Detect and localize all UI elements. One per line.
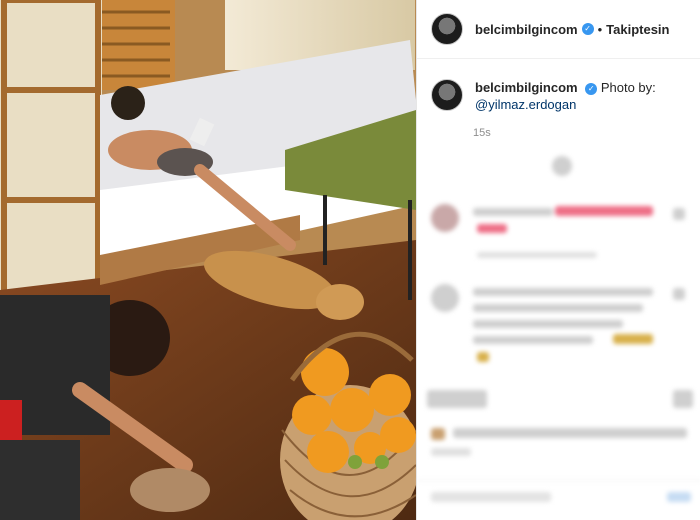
caption-text: Photo by:	[600, 80, 656, 95]
post-header: belcimbilgincom ✓ • Takiptesin	[417, 0, 700, 59]
blurred-comments	[417, 150, 700, 520]
avatar[interactable]	[431, 13, 463, 45]
verified-badge-icon: ✓	[585, 82, 598, 95]
caption-mention[interactable]: @yilmaz.erdogan	[475, 97, 576, 112]
verified-badge-icon: ✓	[581, 23, 594, 35]
follow-status[interactable]: Takiptesin	[606, 22, 669, 37]
post-photo[interactable]	[0, 0, 416, 520]
post-caption: belcimbilgincom ✓ Photo by: @yilmaz.erdo…	[417, 59, 700, 113]
caption-avatar[interactable]	[431, 79, 463, 111]
separator-dot: •	[597, 21, 603, 37]
header-username[interactable]: belcimbilgincom	[475, 22, 578, 37]
photo-scene	[0, 0, 416, 520]
post-sidebar: belcimbilgincom ✓ • Takiptesin belcimbil…	[416, 0, 700, 520]
caption-time: 15s	[473, 127, 491, 139]
caption-username[interactable]: belcimbilgincom	[475, 80, 578, 95]
